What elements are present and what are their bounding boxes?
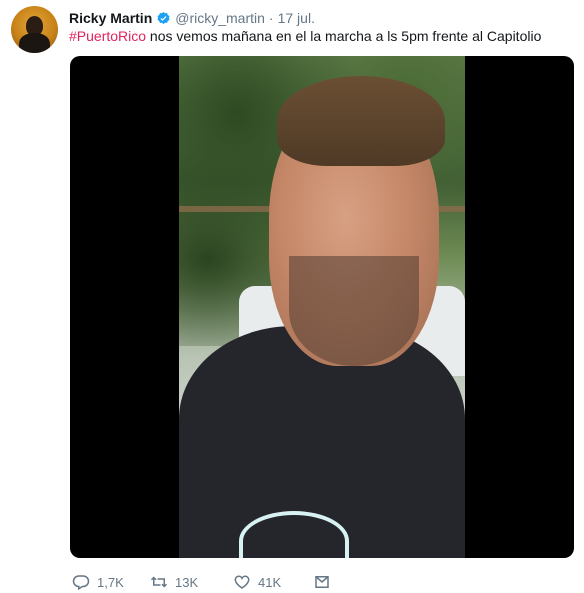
author-handle[interactable]: @ricky_martin [175, 10, 265, 26]
video-frame [179, 56, 465, 558]
message-icon [315, 576, 329, 588]
tweet-body: nos vemos mañana en el la marcha a ls 5p… [146, 28, 542, 44]
reply-icon [72, 575, 90, 591]
avatar-figure-body [19, 33, 50, 53]
tweet-header: Ricky Martin @ricky_martin · 17 jul. [69, 8, 315, 28]
video-player[interactable] [70, 56, 574, 558]
tweet-actions: 1,7K 13K 41K [72, 572, 331, 592]
like-icon [234, 575, 250, 589]
video-subject-hair [277, 76, 445, 166]
like-count: 41K [258, 574, 282, 590]
avatar[interactable] [11, 6, 58, 53]
tweet-timestamp[interactable]: 17 jul. [278, 10, 315, 26]
message-button[interactable] [313, 573, 331, 591]
tweet-text: #PuertoRico nos vemos mañana en el la ma… [69, 27, 541, 45]
separator-dot: · [268, 10, 274, 26]
video-subject-beard [289, 256, 419, 366]
reply-button[interactable]: 1,7K [72, 573, 150, 591]
retweet-count: 13K [175, 574, 199, 590]
retweet-icon [150, 576, 168, 588]
hashtag-link[interactable]: #PuertoRico [69, 28, 146, 44]
author-name[interactable]: Ricky Martin [69, 10, 152, 26]
retweet-button[interactable]: 13K [150, 573, 233, 591]
verified-badge-icon [157, 11, 170, 24]
like-button[interactable]: 41K [233, 573, 313, 591]
reply-count: 1,7K [97, 574, 124, 590]
